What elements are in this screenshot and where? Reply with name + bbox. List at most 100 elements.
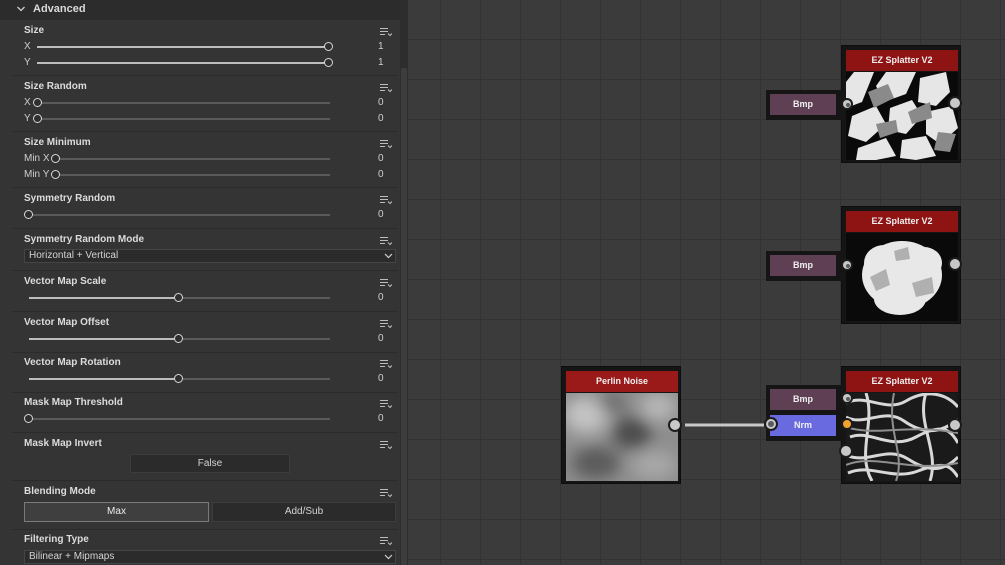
nrm-port-label: Nrm xyxy=(770,415,836,436)
size-random-y-value[interactable]: 0 xyxy=(378,113,384,124)
perlin-noise-node[interactable]: Perlin Noise xyxy=(561,366,681,484)
ez-splatter-node-1[interactable]: EZ Splatter V2 xyxy=(841,45,961,163)
vector-map-offset-value[interactable]: 0 xyxy=(378,333,384,344)
size-minimum-y-label: Min Y xyxy=(24,169,50,180)
chevron-down-icon xyxy=(384,253,393,259)
options-menu-icon[interactable] xyxy=(380,488,392,498)
options-menu-icon[interactable] xyxy=(380,195,392,205)
connected-input-pin[interactable] xyxy=(841,418,853,430)
mask-map-threshold-slider-handle[interactable] xyxy=(24,414,33,423)
size-x-slider-fill xyxy=(37,46,329,48)
size-random-title: Size Random xyxy=(24,81,87,92)
ez-splatter-node-3[interactable]: EZ Splatter V2 xyxy=(841,366,961,484)
advanced-section-header[interactable]: Advanced xyxy=(0,0,400,20)
options-menu-icon[interactable] xyxy=(380,278,392,288)
panel-scrollbar[interactable] xyxy=(400,0,408,565)
blending-mode-add-sub-button[interactable]: Add/Sub xyxy=(212,502,396,522)
mask-map-threshold-value[interactable]: 0 xyxy=(378,413,384,424)
options-menu-icon[interactable] xyxy=(380,536,392,546)
node-title[interactable]: EZ Splatter V2 xyxy=(846,211,958,232)
symmetry-random-mode-title: Symmetry Random Mode xyxy=(24,234,145,245)
vector-map-rotation-slider-fill xyxy=(29,378,179,380)
size-y-value[interactable]: 1 xyxy=(378,57,384,68)
dropdown-selected-value: Bilinear + Mipmaps xyxy=(29,551,115,562)
node-graph-canvas[interactable]: EZ Splatter V2 Bmp EZ Splatter V2 Bmp EZ… xyxy=(408,0,1005,565)
ez-splatter-node-2[interactable]: EZ Splatter V2 xyxy=(841,206,961,324)
symmetry-random-mode-dropdown[interactable]: Horizontal + Vertical xyxy=(24,249,396,263)
blending-mode-property: Blending Mode Max Add/Sub xyxy=(0,481,400,530)
chevron-down-icon[interactable] xyxy=(16,4,26,14)
vector-map-scale-property: Vector Map Scale 0 xyxy=(0,271,400,312)
size-random-x-value[interactable]: 0 xyxy=(378,97,384,108)
output-pin[interactable] xyxy=(948,418,962,432)
mask-map-threshold-slider-track[interactable] xyxy=(29,418,330,420)
size-random-x-slider-handle[interactable] xyxy=(33,98,42,107)
size-y-slider-fill xyxy=(37,62,329,64)
blending-mode-max-button[interactable]: Max xyxy=(24,502,209,522)
options-menu-icon[interactable] xyxy=(380,83,392,93)
size-random-y-slider-track[interactable] xyxy=(38,118,330,120)
extra-input-pin[interactable] xyxy=(839,444,853,458)
vector-map-offset-slider-fill xyxy=(29,338,179,340)
vector-map-scale-value[interactable]: 0 xyxy=(378,292,384,303)
size-y-slider-handle[interactable] xyxy=(324,58,333,67)
output-pin[interactable] xyxy=(948,257,962,271)
mask-map-threshold-property: Mask Map Threshold 0 xyxy=(0,393,400,433)
node-preview-image xyxy=(566,393,678,481)
vector-map-rotation-slider-handle[interactable] xyxy=(174,374,183,383)
size-minimum-property: Size Minimum Min X 0 Min Y 0 xyxy=(0,132,400,188)
scrollbar-thumb[interactable] xyxy=(401,68,407,565)
options-menu-icon[interactable] xyxy=(380,236,392,246)
bmp-port-label: Bmp xyxy=(770,389,836,410)
size-minimum-y-slider-track[interactable] xyxy=(56,174,330,176)
options-menu-icon[interactable] xyxy=(380,440,392,450)
mask-map-invert-toggle-button[interactable]: False xyxy=(130,454,290,473)
pin-dot xyxy=(768,421,774,427)
filtering-type-property: Filtering Type Bilinear + Mipmaps xyxy=(0,530,400,565)
size-minimum-y-slider-handle[interactable] xyxy=(51,170,60,179)
node-title[interactable]: EZ Splatter V2 xyxy=(846,371,958,392)
input-pin[interactable] xyxy=(841,259,853,271)
node-preview-image xyxy=(846,72,958,160)
symmetry-random-slider-handle[interactable] xyxy=(24,210,33,219)
vector-map-rotation-value[interactable]: 0 xyxy=(378,373,384,384)
node-preview-image xyxy=(846,393,958,481)
size-x-slider-handle[interactable] xyxy=(324,42,333,51)
vector-map-scale-slider-handle[interactable] xyxy=(174,293,183,302)
options-menu-icon[interactable] xyxy=(380,27,392,37)
node-title[interactable]: Perlin Noise xyxy=(566,371,678,392)
size-property: Size X 1 Y 1 xyxy=(0,20,400,76)
symmetry-random-property: Symmetry Random 0 xyxy=(0,188,400,229)
options-menu-icon[interactable] xyxy=(380,359,392,369)
size-random-x-slider-track[interactable] xyxy=(38,102,330,104)
size-random-y-slider-handle[interactable] xyxy=(33,114,42,123)
options-menu-icon[interactable] xyxy=(380,139,392,149)
bmp-input-port-1[interactable]: Bmp xyxy=(766,90,842,120)
node-title[interactable]: EZ Splatter V2 xyxy=(846,50,958,71)
input-pin[interactable] xyxy=(841,98,853,110)
dropdown-selected-value: Horizontal + Vertical xyxy=(29,250,119,261)
perlin-output-pin[interactable] xyxy=(668,418,682,432)
vector-map-rotation-title: Vector Map Rotation xyxy=(24,357,121,368)
symmetry-random-value[interactable]: 0 xyxy=(378,209,384,220)
symmetry-random-slider-track[interactable] xyxy=(29,214,330,216)
input-pin[interactable] xyxy=(841,392,853,404)
output-pin[interactable] xyxy=(948,96,962,110)
options-menu-icon[interactable] xyxy=(380,319,392,329)
size-minimum-x-slider-track[interactable] xyxy=(56,158,330,160)
filtering-type-title: Filtering Type xyxy=(24,534,89,545)
mask-map-invert-title: Mask Map Invert xyxy=(24,438,102,449)
wire-end-pin[interactable] xyxy=(764,417,778,431)
filtering-type-dropdown[interactable]: Bilinear + Mipmaps xyxy=(24,550,396,564)
options-menu-icon[interactable] xyxy=(380,399,392,409)
size-minimum-y-value[interactable]: 0 xyxy=(378,169,384,180)
size-minimum-x-value[interactable]: 0 xyxy=(378,153,384,164)
size-minimum-x-slider-handle[interactable] xyxy=(51,154,60,163)
symmetry-random-mode-property: Symmetry Random Mode Horizontal + Vertic… xyxy=(0,229,400,271)
size-x-value[interactable]: 1 xyxy=(378,41,384,52)
vector-map-offset-slider-handle[interactable] xyxy=(174,334,183,343)
size-x-label: X xyxy=(24,41,31,52)
bmp-input-port-2[interactable]: Bmp xyxy=(766,251,842,281)
chevron-down-icon xyxy=(384,554,393,560)
size-random-x-label: X xyxy=(24,97,31,108)
